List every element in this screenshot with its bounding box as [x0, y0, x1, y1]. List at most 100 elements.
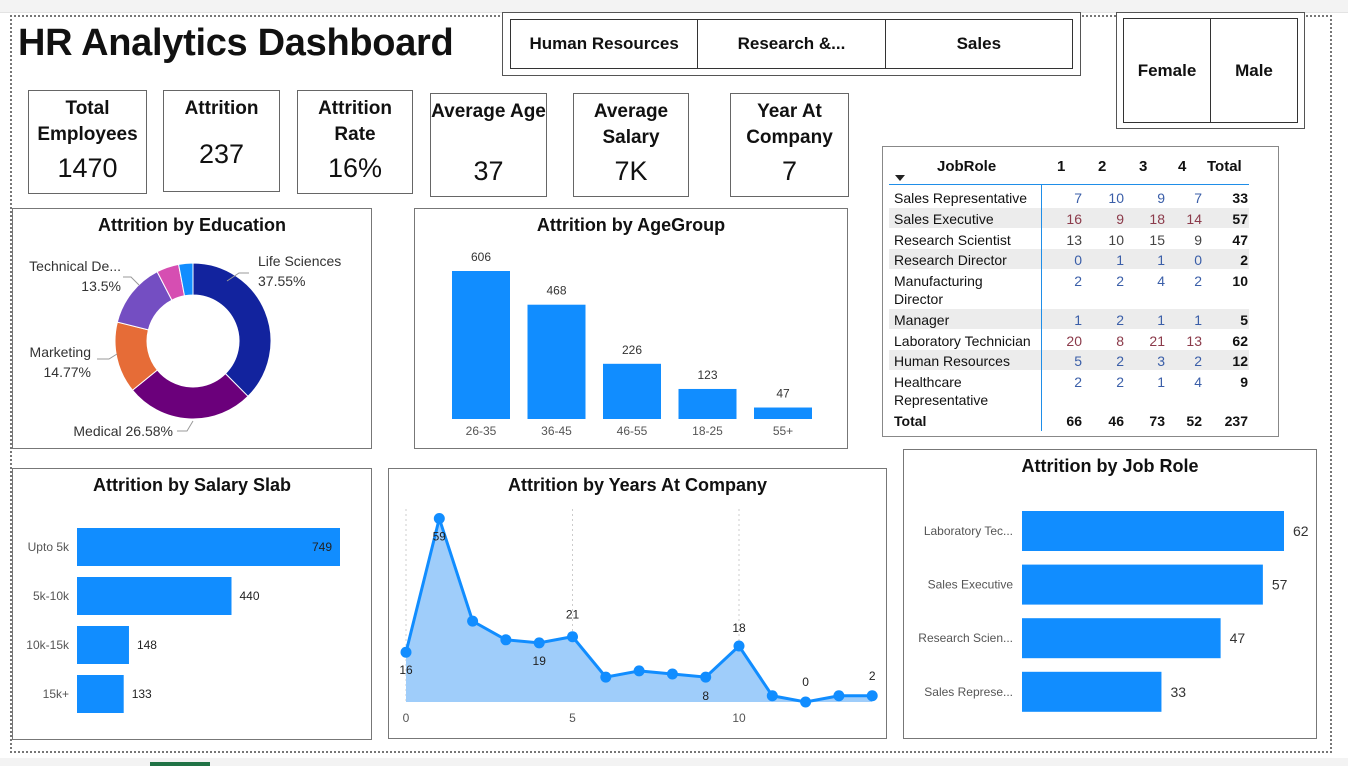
matrix-cell: 73: [1149, 413, 1165, 429]
matrix-row[interactable]: Healthcare Representative 2 2 1 4 9: [889, 371, 1249, 409]
matrix-header-3[interactable]: 3: [1139, 158, 1147, 175]
slicer-item-research[interactable]: Research &...: [698, 20, 886, 68]
kpi-attrition: Attrition 237: [163, 90, 280, 192]
age-category-label: 36-45: [541, 424, 572, 438]
matrix-row[interactable]: Manager 1 2 1 1 5: [889, 309, 1249, 329]
area-data-label: 18: [732, 621, 746, 635]
age-data-label: 468: [546, 284, 566, 298]
jobrole-bar: [1022, 671, 1162, 712]
area-data-label: 0: [802, 675, 809, 689]
matrix-total-row[interactable]: Total 66 46 73 52 237: [889, 410, 1249, 432]
leader-line: [177, 420, 194, 432]
area-data-label: 19: [533, 654, 547, 668]
sort-arrow-icon[interactable]: [895, 175, 905, 181]
slicer-item-male[interactable]: Male: [1211, 19, 1297, 122]
matrix-row[interactable]: Laboratory Technician 20 8 21 13 62: [889, 330, 1249, 350]
matrix-row-label: Manager: [894, 312, 950, 328]
bottom-strip: [0, 758, 1348, 766]
matrix-cell: 46: [1108, 413, 1124, 429]
matrix-row-total: 5: [1240, 312, 1248, 328]
matrix-cell: 10: [1108, 232, 1124, 248]
matrix-cell: 1: [1157, 374, 1165, 390]
sheet-tab-indicator[interactable]: [150, 762, 210, 766]
matrix-row-total: 9: [1240, 374, 1248, 390]
matrix-row[interactable]: Research Director 0 1 1 0 2: [889, 249, 1249, 269]
salary-data-label: 440: [239, 589, 259, 603]
matrix-cell: 1: [1074, 312, 1082, 328]
matrix-row-label: Sales Representative: [894, 190, 1028, 206]
kpi-label: Average Salary: [593, 101, 669, 148]
leader-line: [97, 353, 118, 360]
age-category-label: 46-55: [617, 424, 648, 438]
salary-category-label: 5k-10k: [33, 589, 70, 603]
matrix-row-total: 62: [1232, 333, 1248, 349]
slice-percent: 14.77%: [44, 364, 91, 380]
matrix-row-label: Human Resources: [894, 353, 1010, 369]
matrix-header-1[interactable]: 1: [1057, 158, 1065, 175]
salary-slab-chart-panel: Attrition by Salary Slab Upto 5k 749 5k-10…: [12, 468, 372, 740]
matrix-cell: 5: [1074, 353, 1082, 369]
age-category-label: 18-25: [692, 424, 723, 438]
salary-category-label: 10k-15k: [26, 638, 70, 652]
slicer-item-sales[interactable]: Sales: [886, 20, 1072, 68]
matrix-cell: 4: [1194, 374, 1202, 390]
matrix-header-line: [889, 184, 1249, 185]
matrix-header-total[interactable]: Total: [1207, 158, 1242, 175]
kpi-label: Attrition Rate: [318, 98, 392, 145]
matrix-header-4[interactable]: 4: [1178, 158, 1186, 175]
data-point: [600, 671, 612, 683]
matrix-cell: 0: [1194, 252, 1202, 268]
data-point: [400, 646, 412, 658]
matrix-cell: 1: [1194, 312, 1202, 328]
slice-label: Medical 26.58%: [73, 423, 173, 439]
matrix-cell: 7: [1074, 190, 1082, 206]
matrix-row[interactable]: Manufacturing Director 2 2 4 2 10: [889, 270, 1249, 308]
slice-label: Technical De...: [29, 258, 121, 274]
salary-slab-bar-chart: Upto 5k 749 5k-10k 440 10k-15k 148 15k+ 133: [26, 528, 340, 713]
matrix-row[interactable]: Research Scientist 13 10 15 9 47: [889, 229, 1249, 249]
jobrole-category-label: Sales Represe...: [924, 685, 1013, 699]
matrix-cell: 18: [1149, 211, 1165, 227]
kpi-value: 16%: [327, 153, 383, 183]
matrix-row-total: 2: [1240, 252, 1248, 268]
education-donut-chart: Life Sciences 37.55% Medical 26.58% Marketi…: [29, 253, 341, 439]
matrix-row-total: 57: [1232, 211, 1248, 227]
matrix-cell: 2: [1116, 273, 1124, 289]
matrix-header-jobrole[interactable]: JobRole: [937, 158, 996, 175]
area-data-label: 59: [433, 530, 447, 544]
slicer-item-female[interactable]: Female: [1124, 19, 1211, 122]
matrix-cell: 66: [1066, 413, 1082, 429]
kpi-total-employees: Total Employees 1470: [28, 90, 147, 194]
data-point: [700, 671, 712, 683]
data-point: [733, 640, 745, 652]
area-data-label: 21: [566, 608, 580, 622]
salary-bar: [77, 577, 232, 615]
matrix-cell: 20: [1066, 333, 1082, 349]
data-point: [666, 668, 678, 680]
jobrole-data-label: 47: [1230, 630, 1246, 646]
matrix-row[interactable]: Sales Representative 7 10 9 7 33: [889, 187, 1249, 207]
kpi-value: 237: [198, 139, 245, 169]
age-bar: [603, 363, 661, 419]
matrix-cell: 9: [1157, 190, 1165, 206]
jobrole-category-label: Laboratory Tec...: [924, 524, 1013, 538]
jobrole-category-label: Research Scien...: [918, 631, 1013, 645]
data-point: [866, 690, 878, 702]
matrix-row-label: Research Scientist: [894, 232, 1011, 248]
kpi-value: 7K: [614, 156, 648, 186]
jobrole-chart-panel: Attrition by Job Role Laboratory Tec... 6…: [903, 449, 1317, 739]
matrix-cell: 52: [1186, 413, 1202, 429]
slicer-item-human-resources[interactable]: Human Resources: [511, 20, 699, 68]
matrix-row[interactable]: Human Resources 5 2 3 2 12: [889, 350, 1249, 370]
page-title: HR Analytics Dashboard: [18, 22, 454, 64]
kpi-label: Year At Company: [746, 101, 833, 148]
matrix-row-total: 47: [1232, 232, 1248, 248]
area-data-label: 16: [399, 663, 413, 677]
matrix-row-total: 10: [1232, 273, 1248, 289]
kpi-label: Attrition: [184, 98, 259, 119]
agegroup-chart-panel: Attrition by AgeGroup 606 26-35 468 36-45 22…: [414, 208, 848, 449]
matrix-header-2[interactable]: 2: [1098, 158, 1106, 175]
matrix-cell: 2: [1194, 273, 1202, 289]
years-at-company-area-chart: 0 5 10 16 59 19 21 8 18 0 2: [399, 509, 878, 725]
matrix-row[interactable]: Sales Executive 16 9 18 14 57: [889, 208, 1249, 228]
